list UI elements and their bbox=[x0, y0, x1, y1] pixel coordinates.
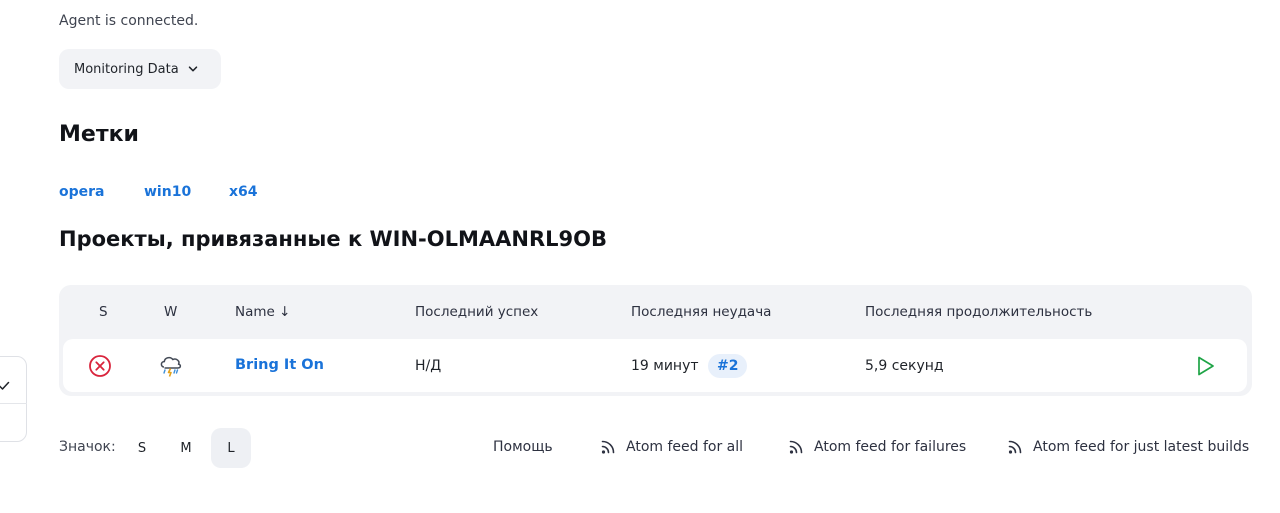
help-link[interactable]: Помощь bbox=[493, 439, 553, 455]
icon-size-m-button[interactable]: M bbox=[166, 428, 206, 468]
chevron-down-icon bbox=[187, 63, 199, 75]
last-failure-value: 19 минут bbox=[631, 358, 699, 374]
storm-cloud-icon bbox=[157, 352, 185, 380]
agent-status-text: Agent is connected. bbox=[59, 13, 199, 29]
failed-x-icon bbox=[88, 354, 112, 378]
icon-size-l-button[interactable]: L bbox=[211, 428, 251, 468]
labels-heading: Метки bbox=[59, 122, 139, 147]
icon-size-label: Значок: bbox=[59, 439, 116, 455]
rss-icon bbox=[600, 439, 618, 455]
job-link-bring-it-on[interactable]: Bring It On bbox=[235, 357, 324, 373]
projects-heading: Проекты, привязанные к WIN-OLMAANRL9OB bbox=[59, 227, 608, 251]
rss-icon bbox=[1007, 439, 1025, 455]
column-header-name[interactable]: Name ↓ bbox=[235, 304, 290, 320]
atom-feed-failures-label: Atom feed for failures bbox=[814, 439, 967, 455]
atom-feed-all-label: Atom feed for all bbox=[626, 439, 744, 455]
icon-size-s-button[interactable]: S bbox=[122, 428, 162, 468]
last-success-value: Н/Д bbox=[415, 358, 442, 374]
help-label: Помощь bbox=[493, 439, 553, 455]
column-header-last-success[interactable]: Последний успех bbox=[415, 304, 538, 320]
column-header-status[interactable]: S bbox=[99, 304, 108, 320]
play-icon[interactable] bbox=[1196, 355, 1216, 377]
last-duration-value: 5,9 секунд bbox=[865, 358, 944, 374]
side-panel-toggle[interactable] bbox=[0, 356, 27, 442]
failure-build-link[interactable]: #2 bbox=[708, 354, 748, 378]
column-header-last-duration[interactable]: Последняя продолжительность bbox=[865, 304, 1092, 320]
monitoring-data-label: Monitoring Data bbox=[74, 61, 179, 77]
atom-feed-all-link[interactable]: Atom feed for all bbox=[600, 439, 743, 455]
rss-icon bbox=[788, 439, 806, 455]
check-icon bbox=[0, 377, 10, 396]
monitoring-data-dropdown[interactable]: Monitoring Data bbox=[59, 49, 221, 89]
column-header-weather[interactable]: W bbox=[164, 304, 177, 320]
label-link-opera[interactable]: opera bbox=[59, 184, 105, 200]
label-link-x64[interactable]: x64 bbox=[229, 184, 258, 200]
atom-feed-failures-link[interactable]: Atom feed for failures bbox=[788, 439, 966, 455]
atom-feed-latest-label: Atom feed for just latest builds bbox=[1033, 439, 1250, 455]
column-header-last-failure[interactable]: Последняя неудача bbox=[631, 304, 771, 320]
atom-feed-latest-link[interactable]: Atom feed for just latest builds bbox=[1007, 439, 1249, 455]
label-link-win10[interactable]: win10 bbox=[144, 184, 191, 200]
side-panel-divider bbox=[0, 403, 27, 404]
